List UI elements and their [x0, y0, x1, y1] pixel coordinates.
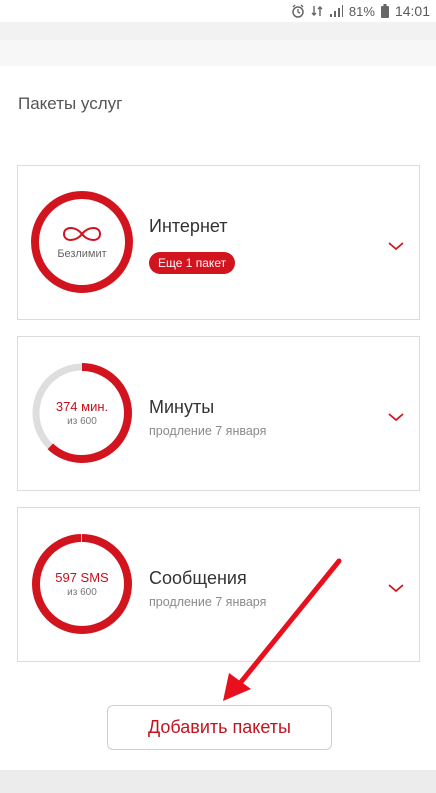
section-title: Пакеты услуг [18, 94, 123, 113]
minutes-ring-content: 374 мин. из 600 [28, 359, 136, 467]
top-strip [0, 40, 436, 66]
minutes-total: из 600 [67, 415, 97, 427]
extra-package-badge[interactable]: Еще 1 пакет [149, 252, 236, 274]
chevron-down-icon[interactable] [387, 582, 405, 594]
package-card-internet[interactable]: Безлимит Интернет Еще 1 пакет [17, 165, 420, 320]
card-title-minutes: Минуты [149, 397, 215, 417]
minutes-renewal: продление 7 января [149, 424, 267, 438]
internet-ring-content: Безлимит [28, 188, 136, 296]
card-title-internet: Интернет [149, 216, 228, 236]
add-packages-button[interactable]: Добавить пакеты [107, 705, 332, 750]
status-bar: 81% 14:01 [0, 0, 436, 22]
chevron-down-icon[interactable] [387, 240, 405, 252]
bottom-strip [0, 770, 436, 793]
clock: 14:01 [394, 3, 430, 19]
sms-total: из 600 [67, 586, 97, 598]
package-card-minutes[interactable]: 374 мин. из 600 Минуты продление 7 январ… [17, 336, 420, 491]
minutes-remaining: 374 мин. [55, 398, 109, 414]
battery-percent: 81% [348, 3, 375, 19]
infinity-icon [62, 227, 102, 241]
sms-ring-content: 597 SMS из 600 [28, 530, 136, 638]
data-sync-icon [311, 4, 323, 18]
status-icons: 81% 14:01 [291, 2, 430, 20]
battery-icon [380, 4, 389, 18]
alarm-icon [291, 4, 305, 18]
sms-remaining: 597 SMS [55, 569, 109, 585]
annotation-arrow [223, 558, 342, 701]
signal-icon [329, 4, 343, 18]
unlimited-label: Безлимит [57, 248, 107, 260]
chevron-down-icon[interactable] [387, 411, 405, 423]
